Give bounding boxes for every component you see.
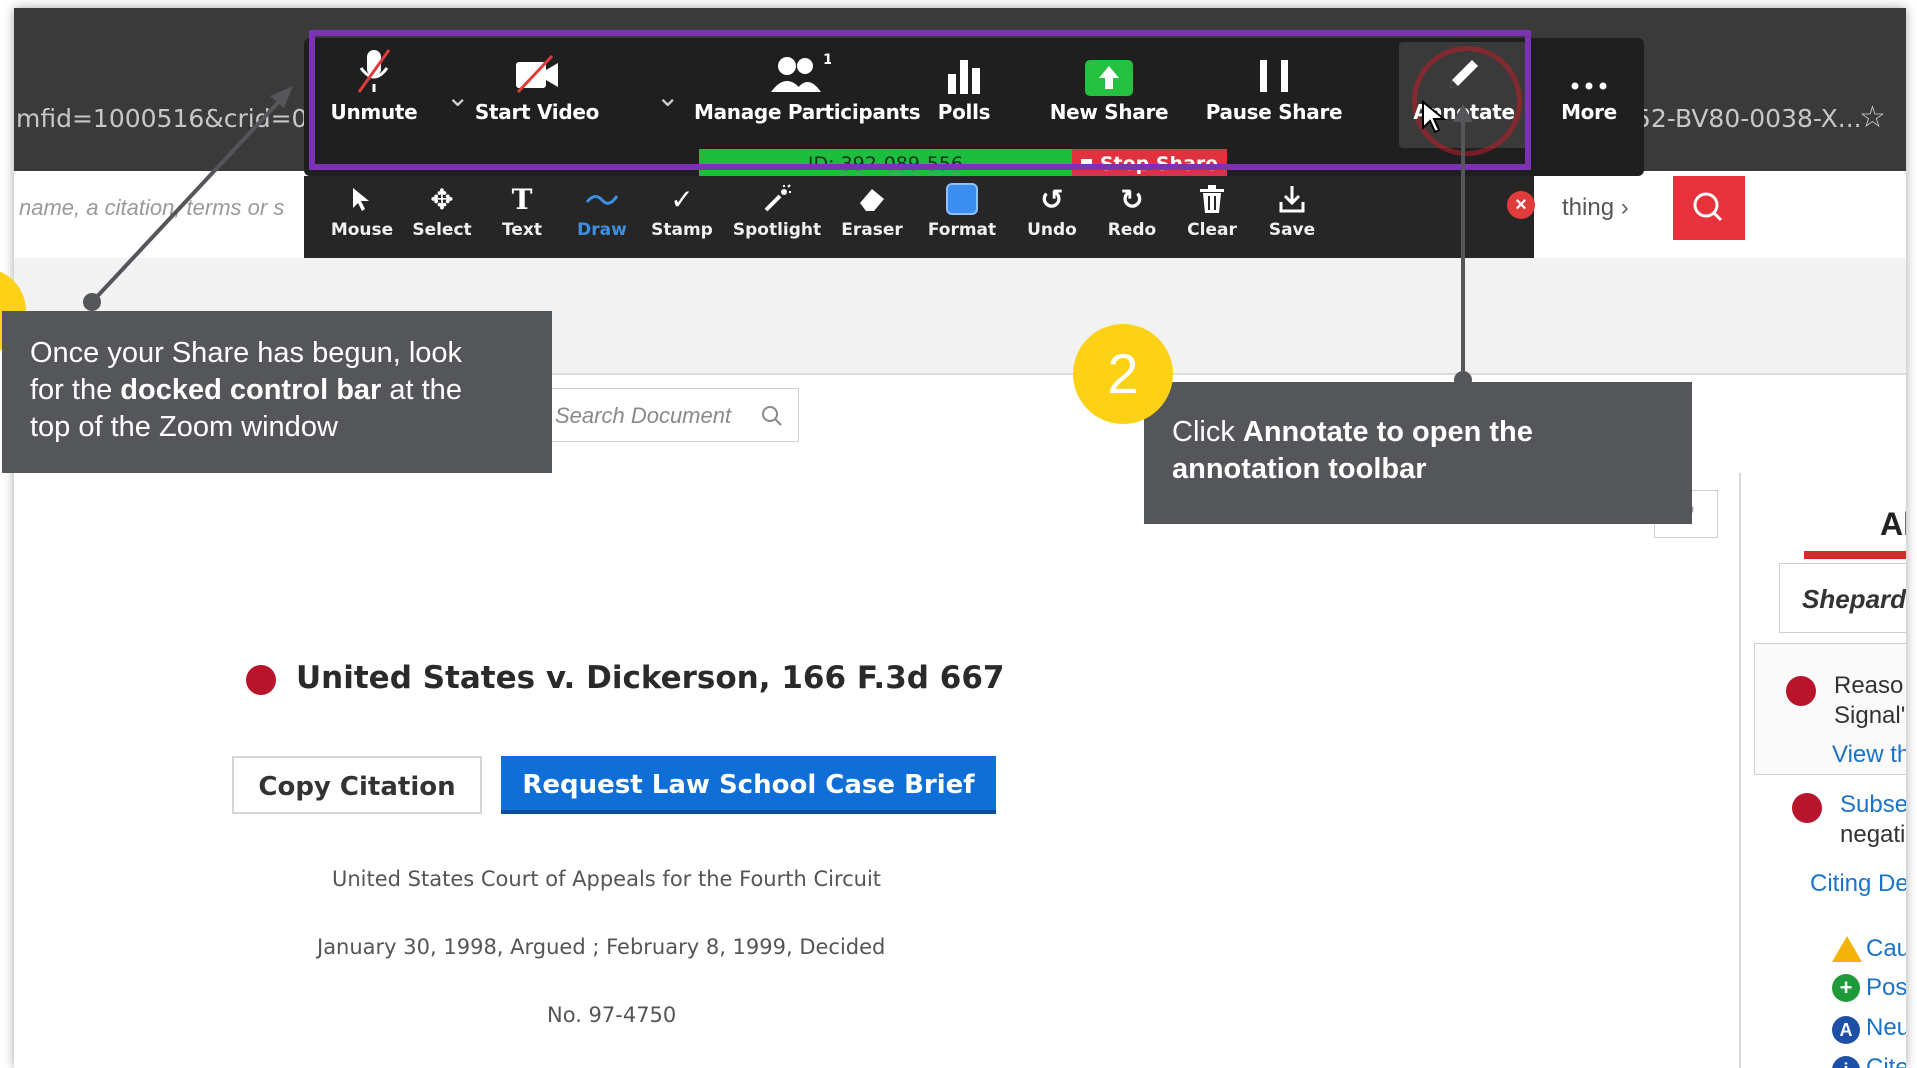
callout-pointers — [83, 86, 1473, 389]
callout-left-line2-bold: docked control bar — [120, 374, 382, 406]
callout-right-line1-pre: Click — [1172, 416, 1243, 448]
callout-right-line1: Click Annotate to open the — [1172, 414, 1692, 451]
callout-left-line3: top of the Zoom window — [30, 411, 338, 443]
callout-right-line1-bold: Annotate to open the — [1242, 416, 1533, 448]
step-2-badge: 2 — [1073, 324, 1173, 424]
callout-left-line2: for the docked control bar at the — [30, 372, 552, 409]
callout-left-line1: Once your Share has begun, look — [30, 337, 463, 369]
callout-left-line2-pre: for the — [30, 374, 121, 406]
callout-right-line2-bold: annotation toolbar — [1172, 453, 1427, 485]
callout-right-line2: annotation toolbar — [1172, 451, 1692, 488]
control-bar-callout: Once your Share has begun, look for the … — [2, 311, 552, 473]
annotate-callout: Click Annotate to open the annotation to… — [1144, 382, 1692, 524]
callout-left-line2-post: at the — [381, 374, 462, 406]
